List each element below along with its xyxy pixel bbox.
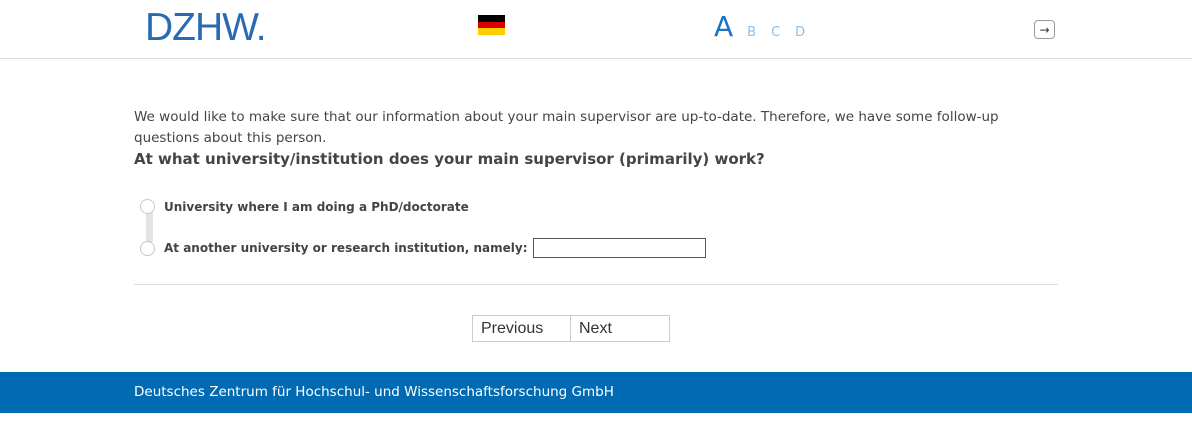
- footer: Deutsches Zentrum für Hochschul- und Wis…: [0, 372, 1192, 413]
- step-d[interactable]: D: [795, 25, 805, 40]
- option-own-university[interactable]: University where I am doing a PhD/doctor…: [140, 199, 469, 214]
- logout-icon[interactable]: →: [1034, 20, 1055, 39]
- option-label[interactable]: University where I am doing a PhD/doctor…: [164, 200, 469, 214]
- dzhw-logo: DZHW.: [145, 6, 267, 49]
- intro-text: We would like to make sure that our info…: [134, 109, 999, 146]
- radio-button[interactable]: [140, 240, 155, 256]
- option-other-institution[interactable]: At another university or research instit…: [140, 238, 706, 258]
- radio-button[interactable]: [140, 199, 155, 214]
- step-a[interactable]: A: [714, 10, 733, 43]
- option-label[interactable]: At another university or research instit…: [164, 241, 528, 255]
- navigation-buttons: Previous Next: [472, 315, 670, 342]
- divider: [134, 284, 1058, 285]
- step-b[interactable]: B: [747, 25, 756, 40]
- next-button[interactable]: Next: [571, 315, 670, 342]
- other-institution-input[interactable]: [532, 238, 706, 258]
- german-flag-icon[interactable]: [478, 15, 505, 36]
- step-navigation: A B C D: [714, 10, 820, 43]
- question-title: At what university/institution does your…: [134, 150, 765, 168]
- previous-button[interactable]: Previous: [472, 315, 571, 342]
- header: DZHW. A B C D →: [0, 0, 1192, 59]
- footer-text: Deutsches Zentrum für Hochschul- und Wis…: [134, 384, 614, 400]
- step-c[interactable]: C: [771, 25, 780, 40]
